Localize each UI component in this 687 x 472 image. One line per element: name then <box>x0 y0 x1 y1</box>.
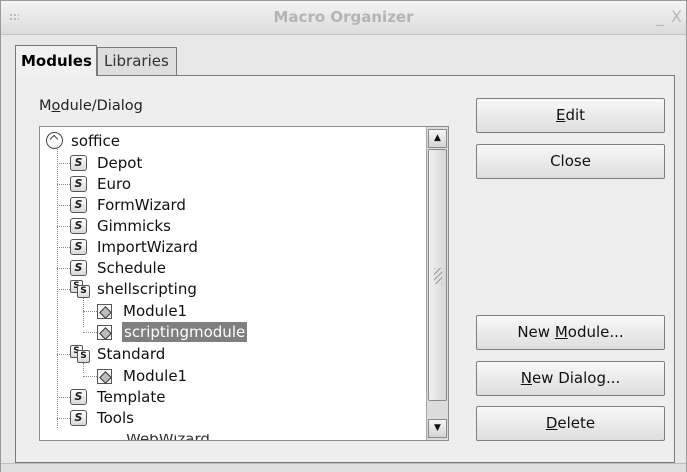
library-icon: S <box>70 410 87 426</box>
new-dialog-button[interactable]: New Dialog... <box>476 361 665 396</box>
library-open-icon: SS <box>70 280 92 298</box>
new-module-button[interactable]: New Module... <box>476 315 665 350</box>
tree-item-label: shellscripting <box>97 280 197 298</box>
tree-item-label: Gimmicks <box>97 217 171 235</box>
library-icon: S <box>70 155 87 171</box>
library-icon: S <box>70 218 87 234</box>
tree-item-label: ImportWizard <box>97 238 198 256</box>
delete-button[interactable]: Delete <box>476 406 665 441</box>
tree-item-partial[interactable]: WebWizard <box>126 434 210 440</box>
tree-item-label: Template <box>97 388 166 406</box>
library-icon: S <box>70 389 87 405</box>
library-icon: S <box>70 260 87 276</box>
library-icon: S <box>70 239 87 255</box>
scroll-up-button[interactable]: ▲ <box>428 129 447 148</box>
tree-item-label: Tools <box>97 409 134 427</box>
tree-scrollbar[interactable]: ▲ ▼ <box>426 127 448 440</box>
tree-item-label: Euro <box>97 175 131 193</box>
collapse-toggle-icon[interactable] <box>46 132 63 149</box>
basic-module-icon <box>97 325 112 340</box>
scroll-down-button[interactable]: ▼ <box>428 419 447 438</box>
dialog-bottom-edge <box>1 463 686 472</box>
basic-module-icon <box>97 369 112 384</box>
minimize-icon[interactable]: _ <box>656 7 664 26</box>
tree-item-label: soffice <box>71 132 120 150</box>
library-icon: S <box>70 197 87 213</box>
library-icon: S <box>70 176 87 192</box>
tree-item-label: Depot <box>97 154 143 172</box>
tab-modules[interactable]: Modules <box>15 45 97 76</box>
macro-organizer-window: Macro Organizer _ X Modules Libraries Mo… <box>0 0 687 472</box>
close-button[interactable]: Close <box>476 144 665 179</box>
edit-button[interactable]: Edit <box>476 98 665 133</box>
library-open-icon: SS <box>70 345 92 363</box>
tree-item-label: scriptingmodule <box>122 322 248 342</box>
title-bar[interactable]: Macro Organizer _ X <box>1 1 686 35</box>
tree-item-label: Schedule <box>97 259 166 277</box>
tree-item-label: Module1 <box>123 302 188 320</box>
window-close-icon[interactable]: X <box>671 7 682 26</box>
module-dialog-label: Module/Dialog <box>39 98 143 114</box>
basic-module-icon <box>97 304 112 319</box>
window-title: Macro Organizer <box>273 8 414 26</box>
tree-item-label: FormWizard <box>97 196 186 214</box>
grip-icon <box>434 268 442 284</box>
tree-item-label: Module1 <box>123 367 188 385</box>
scroll-thumb[interactable] <box>428 149 447 401</box>
tree-item-label: Standard <box>97 345 166 363</box>
module-tree[interactable]: soffice S Depot S Euro S FormWizard S Gi… <box>39 126 449 441</box>
tab-libraries[interactable]: Libraries <box>97 47 177 75</box>
